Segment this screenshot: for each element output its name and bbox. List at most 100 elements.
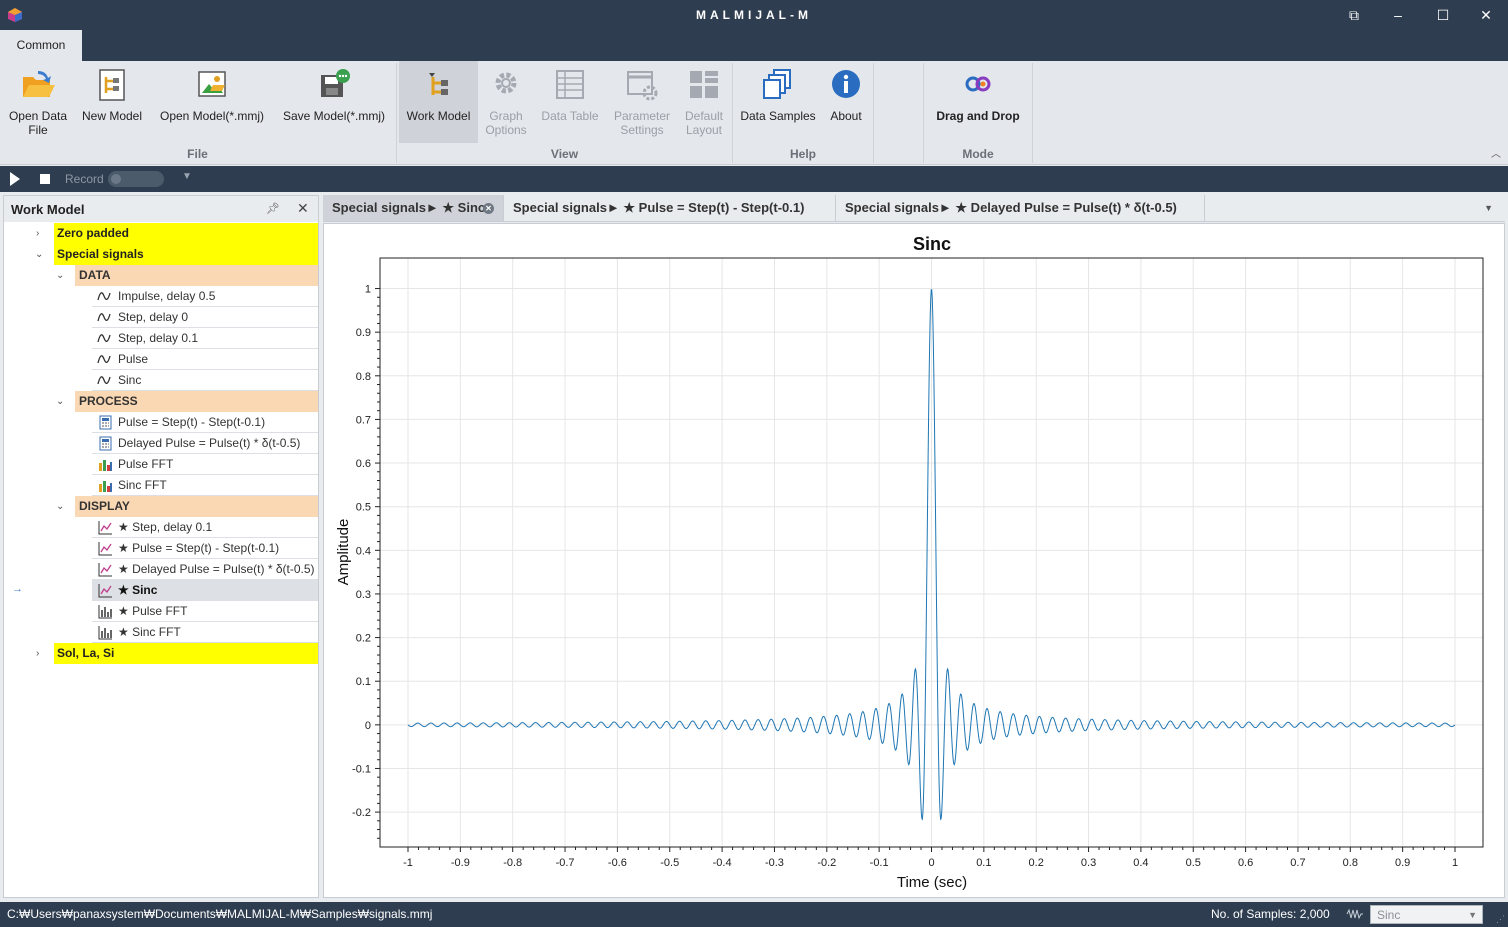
collapse-icon[interactable]: ⌄: [56, 270, 64, 281]
series-select[interactable]: Sinc ▼: [1370, 905, 1483, 924]
x-tick-label: -0.8: [503, 857, 522, 869]
tree-item-display-selected[interactable]: ★ Sinc: [92, 580, 318, 601]
x-tick-label: -1: [403, 857, 413, 869]
resize-grip-icon[interactable]: ⋰: [1496, 914, 1505, 925]
chevron-down-icon[interactable]: ▼: [182, 171, 192, 182]
record-toggle[interactable]: [108, 171, 164, 187]
x-axis-label: Time (sec): [897, 874, 967, 891]
tree-category-data[interactable]: DATA: [75, 265, 318, 286]
panel-header: Work Model 📌︎ ✕: [4, 196, 318, 222]
collapse-icon[interactable]: ⌄: [56, 396, 64, 407]
collapse-icon[interactable]: ⌄: [56, 501, 64, 512]
tree-item-display[interactable]: ★ Sinc FFT: [92, 622, 318, 643]
tree-item-data[interactable]: Sinc: [92, 370, 318, 391]
bar-chart-icon: [98, 605, 112, 619]
x-tick-label: -0.7: [556, 857, 575, 869]
restore-icon[interactable]: ⧉: [1344, 5, 1364, 25]
tab-list-dropdown-icon[interactable]: ▼: [1484, 203, 1493, 213]
sinc-chart[interactable]: Sinc -1 -0.9 -0.8 -0.7 -0.6 -0.5 -0.4 -0.3 -0.2-…: [324, 224, 1504, 897]
x-tick-label: 0: [928, 857, 934, 869]
tree-item-display[interactable]: ★ Pulse FFT: [92, 601, 318, 622]
tree-item-process[interactable]: Pulse FFT: [92, 454, 318, 475]
wave-icon: [97, 376, 111, 385]
y-tick-label: 0.6: [356, 458, 371, 470]
tree-item-label: ★ Sinc: [118, 583, 158, 597]
x-tick-label: 0.2: [1029, 857, 1044, 869]
tree-category-process[interactable]: PROCESS: [75, 391, 318, 412]
x-tick-label: -0.5: [660, 857, 679, 869]
graph-options-button[interactable]: Graph Options: [480, 61, 532, 143]
x-tick-label: 1: [1452, 857, 1458, 869]
save-model-label: Save Model(*.mmj): [282, 109, 386, 123]
default-layout-button[interactable]: Default Layout: [678, 61, 730, 143]
maximize-icon[interactable]: ☐: [1433, 5, 1453, 25]
tree-category-display[interactable]: DISPLAY: [75, 496, 318, 517]
title-bar: MALMIJAL-M ⧉ – ☐ ✕: [0, 0, 1508, 30]
tree-item-label: ★ Step, delay 0.1: [118, 520, 213, 534]
x-axis: -1 -0.9 -0.8 -0.7 -0.6 -0.5 -0.4 -0.3 -0.2 -0.1 0 0…: [403, 847, 1458, 869]
tree-item-process[interactable]: Sinc FFT: [92, 475, 318, 496]
close-icon[interactable]: ✕: [297, 200, 309, 217]
tab-sinc[interactable]: Special signals► ★ Sinc ✕: [323, 195, 504, 221]
tab-common[interactable]: Common: [0, 30, 82, 61]
open-model-button[interactable]: Open Model(*.mmj): [153, 61, 271, 143]
tree-item-display[interactable]: ★ Step, delay 0.1: [92, 517, 318, 538]
document-tabs: Special signals► ★ Sinc ✕ Special signal…: [323, 195, 1505, 222]
collapse-ribbon-icon[interactable]: ︿: [1491, 145, 1501, 160]
data-table-button[interactable]: Data Table: [536, 61, 604, 143]
x-tick-label: 0.7: [1290, 857, 1305, 869]
close-icon[interactable]: ✕: [1476, 5, 1496, 25]
save-model-button[interactable]: Save Model(*.mmj): [277, 61, 391, 143]
expand-icon[interactable]: ›: [36, 648, 39, 659]
sample-count: No. of Samples: 2,000: [1211, 907, 1330, 921]
line-chart-icon: [98, 542, 112, 556]
data-samples-label: Data Samples: [740, 109, 816, 123]
default-layout-label: Default Layout: [684, 109, 724, 137]
tree-item-label: ★ Sinc FFT: [118, 625, 181, 639]
tree-item-process[interactable]: Delayed Pulse = Pulse(t) * δ(t-0.5): [92, 433, 318, 454]
tree-item-data[interactable]: Step, delay 0.1: [92, 328, 318, 349]
tree-item-display[interactable]: ★ Pulse = Step(t) - Step(t-0.1): [92, 538, 318, 559]
tree-group-sol-la-si[interactable]: Sol, La, Si: [54, 643, 318, 664]
stop-icon[interactable]: [40, 174, 50, 184]
data-samples-icon: [763, 69, 791, 99]
tree-item-label: Pulse FFT: [118, 457, 174, 471]
tree-group-zero-padded[interactable]: Zero padded: [54, 223, 318, 244]
new-model-label: New Model: [81, 109, 143, 123]
tree-item-data[interactable]: Pulse: [92, 349, 318, 370]
toggle-knob: [111, 174, 121, 184]
expand-icon[interactable]: ›: [36, 228, 39, 239]
close-tab-icon[interactable]: ✕: [483, 203, 494, 214]
work-model-button[interactable]: Work Model: [399, 61, 478, 143]
y-tick-label: 0.2: [356, 633, 371, 645]
tree-item-display[interactable]: ★ Delayed Pulse = Pulse(t) * δ(t-0.5): [92, 559, 318, 580]
graph-options-label: Graph Options: [485, 109, 527, 137]
parameter-settings-button[interactable]: Parameter Settings: [608, 61, 676, 143]
x-tick-label: 0.9: [1395, 857, 1410, 869]
new-model-button[interactable]: New Model: [77, 61, 147, 143]
tab-delayed-pulse[interactable]: Special signals► ★ Delayed Pulse = Pulse…: [836, 195, 1205, 221]
tree-group-special-signals[interactable]: Special signals: [54, 244, 318, 265]
layout-icon: [690, 71, 718, 98]
series-select-value: Sinc: [1377, 908, 1401, 922]
about-button[interactable]: About: [822, 61, 870, 143]
pin-icon[interactable]: 📌︎: [266, 202, 280, 215]
tree-item-label: Step, delay 0.1: [118, 331, 199, 345]
play-icon[interactable]: [10, 172, 20, 186]
tab-pulse[interactable]: Special signals► ★ Pulse = Step(t) - Ste…: [504, 195, 836, 221]
drag-and-drop-button[interactable]: Drag and Drop: [928, 61, 1028, 143]
open-model-icon: [198, 71, 226, 97]
tree-item-data[interactable]: Step, delay 0: [92, 307, 318, 328]
collapse-icon[interactable]: ⌄: [35, 249, 43, 260]
ribbon: Open Data File New Model Open Model(*.mm…: [0, 61, 1508, 165]
open-model-label: Open Model(*.mmj): [159, 109, 265, 123]
about-label: About: [830, 109, 862, 123]
chart-title: Sinc: [913, 234, 951, 254]
x-tick-label: -0.1: [870, 857, 889, 869]
minimize-icon[interactable]: –: [1388, 5, 1408, 25]
tree-item-process[interactable]: Pulse = Step(t) - Step(t-0.1): [92, 412, 318, 433]
tree-item-data[interactable]: Impulse, delay 0.5: [92, 286, 318, 307]
open-data-file-button[interactable]: Open Data File: [4, 61, 72, 143]
data-table-label: Data Table: [541, 109, 599, 123]
data-samples-button[interactable]: Data Samples: [738, 61, 818, 143]
